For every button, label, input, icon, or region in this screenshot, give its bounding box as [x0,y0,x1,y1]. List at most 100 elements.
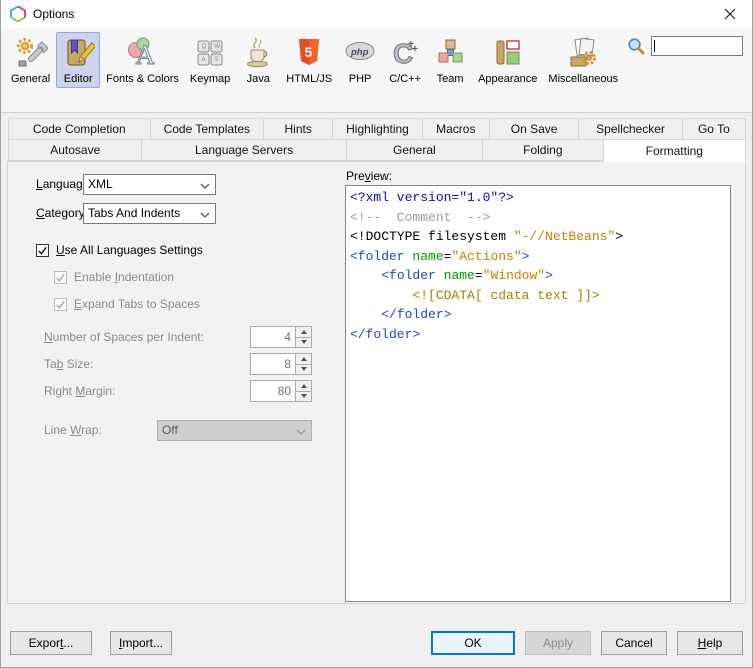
svg-text:php: php [350,47,369,58]
tab-label: Macros [436,122,475,136]
help-button[interactable]: Help [677,631,743,655]
appearance-icon [491,36,525,70]
enable-indentation-checkbox [54,271,67,284]
language-select[interactable]: XML [83,174,216,195]
tool-label: Appearance [478,73,537,85]
tool-item-c-cpp[interactable]: C + + C/C++ [383,32,427,88]
tab-go-to[interactable]: Go To [682,118,746,140]
spaces-per-indent-spinner: 4 [250,326,312,348]
tool-item-java[interactable]: Java [236,32,280,88]
svg-text:A: A [202,57,206,63]
tool-item-editor[interactable]: Editor [56,32,100,88]
help-label: Help [698,636,723,650]
use-all-languages-checkbox[interactable] [36,244,49,257]
spin-down-button [296,392,311,402]
close-button[interactable] [707,0,752,28]
expand-tabs-label: Expand Tabs to Spaces [74,297,200,311]
language-row: Language: XML [36,173,340,195]
c-cpp-icon: C + + [388,36,422,70]
chevron-down-icon [200,212,210,218]
tool-item-general[interactable]: General [6,32,55,88]
text-caret [654,40,655,52]
import-label: Import... [119,636,163,650]
tab-label: General [393,143,436,157]
miscellaneous-icon [566,36,600,70]
tab-spellchecker[interactable]: Spellchecker [578,118,682,140]
triangle-down-icon [301,367,307,371]
triangle-up-icon [301,330,307,334]
tool-label: Java [247,73,270,85]
chevron-down-icon [296,429,306,435]
line-wrap-label: Line Wrap: [44,423,102,437]
tool-item-keymap[interactable]: QWAS Keymap [185,32,235,88]
options-dialog: Options General [0,0,753,668]
enable-indentation-label: Enable Indentation [74,270,174,284]
spaces-per-indent-row: Number of Spaces per Indent: 4 [44,326,312,348]
triangle-down-icon [301,340,307,344]
editor-icon [61,36,95,70]
spinner-value: 8 [250,353,295,375]
cancel-label: Cancel [615,636,652,650]
line-wrap-select: Off [157,420,312,441]
spin-down-button [296,365,311,375]
ok-button[interactable]: OK [431,631,515,655]
preview-label: Preview: [346,169,731,183]
tool-item-html-js[interactable]: 5 HTML/JS [281,32,337,88]
keymap-icon: QWAS [193,36,227,70]
search-input[interactable] [651,36,743,56]
tab-highlighting[interactable]: Highlighting [332,118,422,140]
right-margin-row: Right Margin: 80 [44,380,312,402]
cancel-button[interactable]: Cancel [601,631,667,655]
tab-label: Autosave [50,143,100,157]
tab-label: Hints [285,122,312,136]
search-icon [627,37,645,55]
category-label: Category: [36,206,83,220]
dialog-action-buttons: OK Apply Cancel Help [431,631,743,655]
tab-label: On Save [511,122,558,136]
tab-label: Code Completion [33,122,126,136]
category-toolbar: General Editor A Fonts & Colors [1,28,752,113]
apply-button: Apply [525,631,591,655]
enable-indentation-row: Enable Indentation [54,269,340,285]
right-margin-label: Right Margin: [44,384,115,398]
search-area [627,36,743,56]
tool-label: Fonts & Colors [106,73,179,85]
import-button[interactable]: Import... [110,631,172,655]
category-select[interactable]: Tabs And Indents [83,203,216,224]
svg-text:Q: Q [202,44,207,50]
apply-label: Apply [543,636,573,650]
close-icon [724,8,736,20]
tab-autosave[interactable]: Autosave [8,139,142,161]
tab-formatting[interactable]: Formatting [603,139,746,162]
tool-item-team[interactable]: Team [428,32,472,88]
tab-folding[interactable]: Folding [482,139,604,161]
tool-item-miscellaneous[interactable]: Miscellaneous [543,32,623,88]
general-icon [14,36,48,70]
tab-on-save[interactable]: On Save [489,118,579,140]
tool-item-appearance[interactable]: Appearance [473,32,542,88]
tab-hints[interactable]: Hints [263,118,333,140]
netbeans-logo-icon [10,6,26,22]
check-icon [37,245,48,256]
tool-item-fonts-colors[interactable]: A Fonts & Colors [101,32,184,88]
expand-tabs-row: Expand Tabs to Spaces [54,296,340,312]
tab-label: Folding [523,143,562,157]
tab-general[interactable]: General [346,139,483,161]
tool-label: HTML/JS [286,73,332,85]
spaces-per-indent-label: Number of Spaces per Indent: [44,330,204,344]
tool-item-php[interactable]: php PHP [338,32,382,88]
svg-text:+: + [412,44,418,55]
title-bar: Options [1,0,752,28]
window-title: Options [33,7,74,21]
preview-column: Preview: <?xml version="1.0"?><!-- Comme… [340,162,745,603]
tab-language-servers[interactable]: Language Servers [141,139,346,161]
check-icon [55,299,66,310]
tab-code-templates[interactable]: Code Templates [150,118,264,140]
export-button[interactable]: Export... [10,631,92,655]
tab-code-completion[interactable]: Code Completion [8,118,151,140]
category-row: Category: Tabs And Indents [36,202,340,224]
tab-label: Spellchecker [596,122,665,136]
tool-label: Keymap [190,73,230,85]
tab-macros[interactable]: Macros [422,118,490,140]
spinner-value: 80 [250,380,295,402]
